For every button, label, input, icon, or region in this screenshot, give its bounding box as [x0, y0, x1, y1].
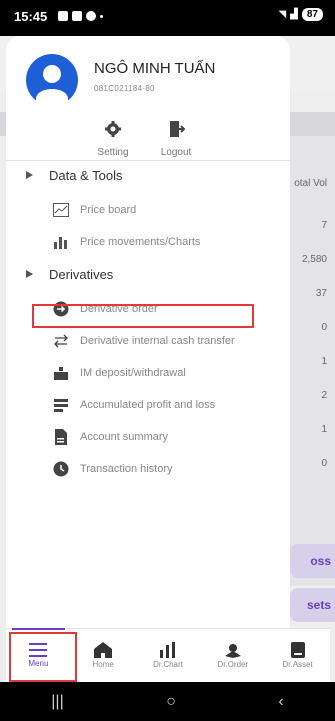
item-label: Transaction history [80, 463, 173, 475]
nav-highlight-annotation [9, 632, 77, 682]
transfer-arrows-icon [52, 332, 70, 350]
home-icon [94, 642, 113, 658]
menu-item-price-movements[interactable]: Price movements/Charts [6, 229, 290, 255]
deposit-icon [52, 364, 70, 382]
nav-home[interactable]: Home [71, 629, 136, 682]
more-dot-icon [100, 15, 103, 18]
chart-icon [159, 642, 175, 658]
item-label: Accumulated profit and loss [80, 399, 216, 411]
back-icon[interactable]: ‹ [278, 693, 283, 711]
section-derivatives[interactable]: Derivatives [6, 261, 290, 287]
setting-label: Setting [97, 147, 129, 158]
wifi-icon: ◥ [278, 9, 287, 20]
nav-dr-asset[interactable]: Dr.Asset [265, 629, 330, 682]
divider [6, 160, 290, 161]
side-drawer: NGÔ MINH TUẤN 081C021184-80 Setting Logo… [6, 36, 290, 628]
clock-icon [52, 460, 70, 478]
notification-icon [58, 11, 68, 21]
section-label: Data & Tools [49, 167, 123, 183]
highlight-annotation [32, 304, 254, 328]
table-cell: 0 [321, 322, 327, 333]
table-cell: 7 [321, 220, 327, 231]
section-label: Derivatives [49, 266, 114, 282]
status-bar: 15:45 ◥ ▟ 87 [0, 0, 335, 36]
nav-label: Dr.Asset [282, 660, 313, 669]
order-icon [224, 644, 241, 658]
profit-loss-icon [52, 396, 70, 414]
summary-icon [52, 428, 70, 446]
item-label: Price movements/Charts [80, 236, 201, 248]
expand-triangle-icon [26, 270, 33, 278]
menu-item-im-deposit[interactable]: IM deposit/withdrawal [6, 360, 290, 386]
item-label: Account summary [80, 431, 169, 443]
battery-indicator: 87 [301, 8, 323, 21]
user-name: NGÔ MINH TUẤN [94, 60, 216, 77]
logout-label: Logout [160, 147, 192, 158]
column-header: otal Vol [294, 178, 327, 189]
item-label: IM deposit/withdrawal [80, 367, 186, 379]
table-cell: 2 [321, 390, 327, 401]
table-cell: 37 [315, 288, 327, 299]
nav-label: Dr.Order [217, 660, 249, 669]
table-cell: 0 [321, 458, 327, 469]
avatar[interactable] [26, 54, 78, 106]
status-right: ◥ ▟ 87 [278, 8, 323, 21]
section-data-tools[interactable]: Data & Tools [6, 162, 290, 188]
logout-icon [170, 121, 185, 137]
nav-dr-order[interactable]: Dr.Order [200, 629, 265, 682]
notification-icons [58, 11, 103, 21]
recent-apps-icon[interactable]: ||| [51, 693, 63, 711]
item-label: Derivative internal cash transfer [80, 335, 235, 347]
account-id: 081C021184-80 [94, 84, 155, 93]
menu-item-profit-loss[interactable]: Accumulated profit and loss [6, 392, 290, 418]
table-cell: 1 [321, 356, 327, 367]
bar-chart-icon [52, 233, 70, 251]
expand-triangle-icon [26, 171, 33, 179]
table-cell: 2,580 [301, 254, 327, 265]
background-button-assets[interactable]: sets [290, 588, 335, 622]
gear-icon [105, 121, 121, 137]
item-label: Price board [80, 204, 137, 216]
home-circle-icon[interactable]: ○ [166, 693, 176, 711]
background-button-loss[interactable]: oss [290, 544, 335, 578]
nav-label: Dr.Chart [153, 660, 183, 669]
signal-icon: ▟ [290, 9, 298, 20]
asset-icon [290, 642, 305, 658]
nav-dr-chart[interactable]: Dr.Chart [136, 629, 201, 682]
system-nav-bar: ||| ○ ‹ [0, 682, 335, 721]
setting-button[interactable]: Setting [83, 120, 143, 160]
status-time: 15:45 [14, 9, 48, 24]
message-icon [72, 11, 82, 21]
active-indicator [12, 628, 65, 630]
menu-item-transaction-history[interactable]: Transaction history [6, 456, 290, 482]
menu-item-account-summary[interactable]: Account summary [6, 424, 290, 450]
app-icon [86, 11, 96, 21]
table-cell: 1 [321, 424, 327, 435]
menu-item-derivative-cash-transfer[interactable]: Derivative internal cash transfer [6, 328, 290, 354]
logout-button[interactable]: Logout [146, 120, 206, 160]
price-board-icon [52, 201, 70, 219]
nav-label: Home [92, 660, 114, 669]
menu-item-price-board[interactable]: Price board [6, 197, 290, 223]
